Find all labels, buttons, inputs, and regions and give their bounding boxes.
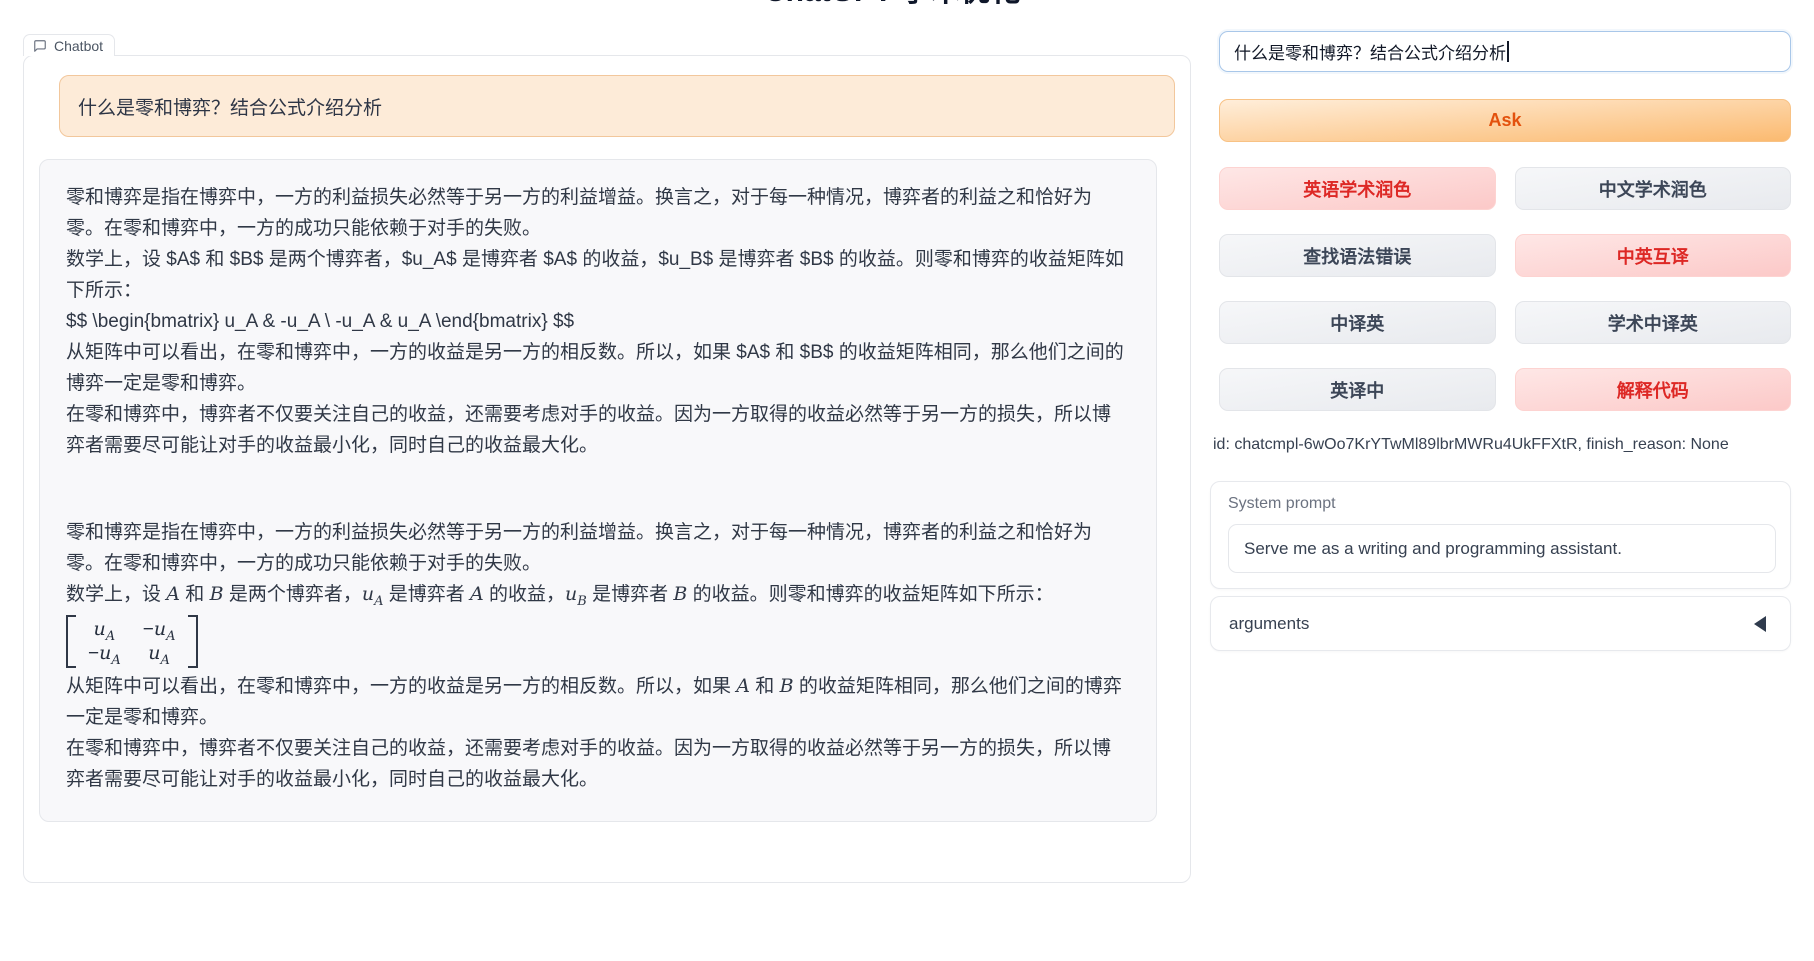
inline-math: uB [565, 583, 587, 605]
bot-rendered-matrix: uA−uA−uAuA [66, 610, 1127, 671]
arguments-accordion-label: arguments [1229, 614, 1309, 634]
quick-button[interactable]: 中英互译 [1515, 234, 1792, 277]
question-input-value: 什么是零和博弈？结合公式介绍分析 [1234, 39, 1506, 64]
bot-rendered-para-3: 从矩阵中可以看出，在零和博弈中，一方的收益是另一方的相反数。所以，如果 A 和 … [66, 671, 1127, 733]
matrix-left-bracket [66, 615, 76, 668]
matrix-cell: −uA [143, 618, 176, 641]
user-message-bubble: 什么是零和博弈？结合公式介绍分析 [59, 75, 1175, 137]
bot-message-bubble: 零和博弈是指在博弈中，一方的利益损失必然等于另一方的利益增益。换言之，对于每一种… [39, 159, 1157, 822]
quick-button[interactable]: 查找语法错误 [1219, 234, 1496, 277]
chatbot-label: Chatbot [23, 34, 115, 56]
control-column: 什么是零和博弈？结合公式介绍分析 Ask 英语学术润色中文学术润色查找语法错误中… [1210, 31, 1791, 651]
chat-bubble-icon [33, 39, 47, 53]
ask-button[interactable]: Ask [1219, 99, 1791, 142]
arguments-accordion[interactable]: arguments [1210, 596, 1791, 651]
quick-button[interactable]: 英译中 [1219, 368, 1496, 411]
bot-message-row: 零和博弈是指在博弈中，一方的利益损失必然等于另一方的利益增益。换言之，对于每一种… [39, 159, 1157, 822]
inline-math: A [736, 675, 750, 697]
quick-button[interactable]: 中文学术润色 [1515, 167, 1792, 210]
matrix-cell: uA [88, 618, 121, 641]
bot-rendered-para-1: 零和博弈是指在博弈中，一方的利益损失必然等于另一方的利益增益。换言之，对于每一种… [66, 517, 1127, 579]
bot-rendered-para-2: 数学上，设 A 和 B 是两个博弈者，uA 是博弈者 A 的收益，uB 是博弈者… [66, 579, 1127, 610]
inline-math: A [470, 583, 484, 605]
inline-math: uA [362, 583, 384, 605]
inline-math: B [780, 675, 794, 697]
question-input[interactable]: 什么是零和博弈？结合公式介绍分析 [1219, 31, 1791, 72]
matrix-cell: −uA [88, 642, 121, 665]
quick-button[interactable]: 中译英 [1219, 301, 1496, 344]
page-title: ChatGPT 学术优化 [764, 0, 1021, 10]
matrix-cell: uA [143, 642, 176, 665]
system-prompt-value: Serve me as a writing and programming as… [1244, 539, 1622, 559]
message-block-gap [66, 461, 1127, 517]
accordion-collapsed-triangle-icon[interactable] [1754, 616, 1766, 632]
bot-raw-para-2: 数学上，设 $A$ 和 $B$ 是两个博弈者，$u_A$ 是博弈者 $A$ 的收… [66, 244, 1127, 306]
user-message-text: 什么是零和博弈？结合公式介绍分析 [78, 93, 382, 120]
inline-math: B [210, 583, 224, 605]
bot-rendered-para-4: 在零和博弈中，博弈者不仅要关注自己的收益，还需要考虑对手的收益。因为一方取得的收… [66, 733, 1127, 795]
quick-buttons-grid: 英语学术润色中文学术润色查找语法错误中英互译中译英学术中译英英译中解释代码 [1219, 167, 1791, 411]
inline-math: A [166, 583, 180, 605]
matrix-right-bracket [188, 615, 198, 668]
bot-raw-para-4: 在零和博弈中，博弈者不仅要关注自己的收益，还需要考虑对手的收益。因为一方取得的收… [66, 399, 1127, 461]
text-cursor [1507, 41, 1509, 62]
bot-raw-formula: $$ \begin{bmatrix} u_A & -u_A \ -u_A & u… [66, 306, 1127, 337]
system-prompt-label: System prompt [1228, 495, 1776, 513]
system-prompt-box: System prompt Serve me as a writing and … [1210, 481, 1791, 589]
quick-button[interactable]: 学术中译英 [1515, 301, 1792, 344]
bot-raw-para-3: 从矩阵中可以看出，在零和博弈中，一方的收益是另一方的相反数。所以，如果 $A$ … [66, 337, 1127, 399]
chatbot-label-text: Chatbot [54, 38, 103, 54]
chatbot-panel[interactable]: Chatbot 什么是零和博弈？结合公式介绍分析 零和博弈是指在博弈中，一方的利… [23, 55, 1191, 883]
system-prompt-input[interactable]: Serve me as a writing and programming as… [1228, 524, 1776, 573]
user-message-row: 什么是零和博弈？结合公式介绍分析 [59, 75, 1175, 137]
quick-button[interactable]: 解释代码 [1515, 368, 1792, 411]
inline-math: B [673, 583, 687, 605]
status-line: id: chatcmpl-6wOo7KrYTwMl89lbrMWRu4UkFFX… [1213, 436, 1791, 456]
bot-raw-para-1: 零和博弈是指在博弈中，一方的利益损失必然等于另一方的利益增益。换言之，对于每一种… [66, 182, 1127, 244]
quick-button[interactable]: 英语学术润色 [1219, 167, 1496, 210]
